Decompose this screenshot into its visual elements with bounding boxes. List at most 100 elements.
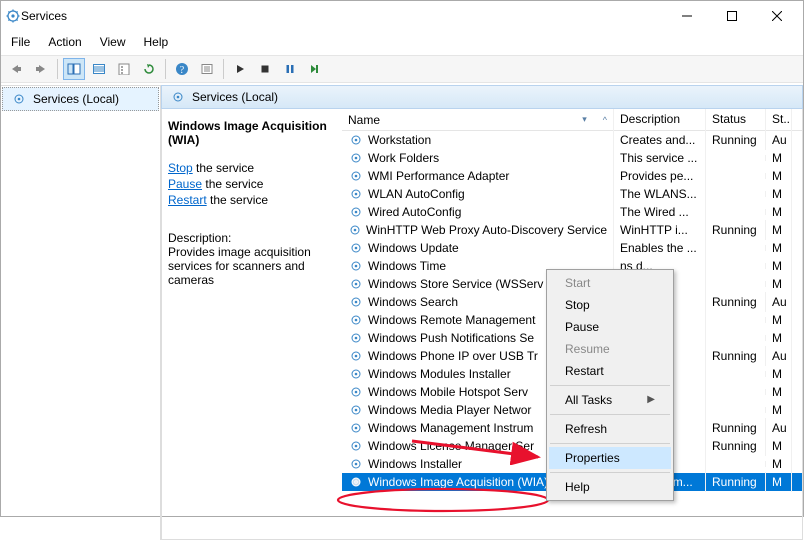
help-button[interactable]: ? [171,58,193,80]
ctx-all-tasks[interactable]: All Tasks▶ [549,389,671,411]
gear-icon [348,294,364,310]
title-bar: Services [1,1,803,31]
gear-icon [348,258,364,274]
service-name: Wired AutoConfig [368,205,461,219]
refresh-button[interactable] [138,58,160,80]
service-status [706,407,766,413]
service-startup: M [766,148,792,168]
gear-icon [348,348,364,364]
description-text: Provides image acquisition services for … [168,245,332,287]
col-status[interactable]: Status [706,109,766,130]
maximize-button[interactable] [709,2,754,31]
service-status [706,191,766,197]
service-name: Windows License Manager Ser [368,439,534,453]
ctx-help[interactable]: Help [549,476,671,498]
service-status [706,371,766,377]
gear-icon [348,240,364,256]
service-startup: M [766,364,792,384]
service-name: Windows Push Notifications Se [368,331,534,345]
menu-view[interactable]: View [98,33,128,51]
service-desc: This service ... [614,148,706,168]
ctx-refresh[interactable]: Refresh [549,418,671,440]
gear-icon [348,312,364,328]
gear-icon [348,474,364,490]
stop-link[interactable]: Stop [168,161,193,175]
gear-icon [348,222,362,238]
gear-icon [348,276,364,292]
gear-icon [348,438,364,454]
service-startup: M [766,238,792,258]
service-status: Running [706,130,766,150]
properties-button[interactable] [113,58,135,80]
service-status [706,209,766,215]
service-startup: M [766,184,792,204]
nav-forward-button[interactable] [30,58,52,80]
restart-service-button[interactable] [304,58,326,80]
service-startup: M [766,256,792,276]
service-startup: Au [766,292,792,312]
service-name: Windows Management Instrum [368,421,533,435]
minimize-button[interactable] [664,2,709,31]
gear-icon [348,402,364,418]
col-description[interactable]: Description [614,109,706,130]
menu-file[interactable]: File [9,33,32,51]
menu-action[interactable]: Action [46,33,83,51]
service-status [706,281,766,287]
window-title: Services [21,9,67,23]
service-name: WLAN AutoConfig [368,187,465,201]
pause-link[interactable]: Pause [168,177,202,191]
service-name: Windows Update [368,241,459,255]
service-name: Workstation [368,133,431,147]
ctx-restart[interactable]: Restart [549,360,671,382]
menu-help[interactable]: Help [142,33,171,51]
start-service-button[interactable] [229,58,251,80]
service-name: Windows Search [368,295,458,309]
context-menu: Start Stop Pause Resume Restart All Task… [546,269,674,501]
help-topics-button[interactable] [196,58,218,80]
service-status: Running [706,472,766,492]
sort-indicator-icon: ▾ [582,114,587,125]
restart-link[interactable]: Restart [168,193,207,207]
list-header-title: Services (Local) [192,90,278,104]
list-header-bar: Services (Local) [161,85,803,109]
tree-pane: Services (Local) [1,85,161,540]
pause-service-button[interactable] [279,58,301,80]
service-startup: Au [766,418,792,438]
service-startup: M [766,310,792,330]
service-name: Windows Image Acquisition (WIA) [368,475,548,489]
col-name[interactable]: Name▾^ [342,109,614,130]
submenu-arrow-icon: ▶ [647,394,655,405]
close-button[interactable] [754,2,799,31]
service-name: Windows Phone IP over USB Tr [368,349,538,363]
col-startup-type[interactable]: St... [766,109,792,130]
service-status [706,173,766,179]
service-name: Windows Installer [368,457,462,471]
show-hide-tree-button[interactable] [63,58,85,80]
selected-service-name: Windows Image Acquisition (WIA) [168,119,332,147]
service-desc: The WLANS... [614,184,706,204]
service-name: Work Folders [368,151,439,165]
gear-icon [170,89,186,105]
gear-icon [348,186,364,202]
stop-service-button[interactable] [254,58,276,80]
service-status: Running [706,346,766,366]
service-status: Running [706,418,766,438]
tree-root-services-local[interactable]: Services (Local) [2,87,159,111]
svg-text:?: ? [180,65,185,76]
service-name: Windows Time [368,259,446,273]
service-startup: M [766,382,792,402]
gear-icon [348,150,364,166]
ctx-start: Start [549,272,671,294]
gear-icon [348,204,364,220]
nav-back-button[interactable] [5,58,27,80]
service-startup: M [766,220,792,240]
service-startup: M [766,454,792,474]
ctx-resume: Resume [549,338,671,360]
service-startup: M [766,328,792,348]
ctx-pause[interactable]: Pause [549,316,671,338]
description-label: Description: [168,231,332,245]
service-startup: M [766,166,792,186]
ctx-stop[interactable]: Stop [549,294,671,316]
export-list-button[interactable] [88,58,110,80]
ctx-properties[interactable]: Properties [549,447,671,469]
